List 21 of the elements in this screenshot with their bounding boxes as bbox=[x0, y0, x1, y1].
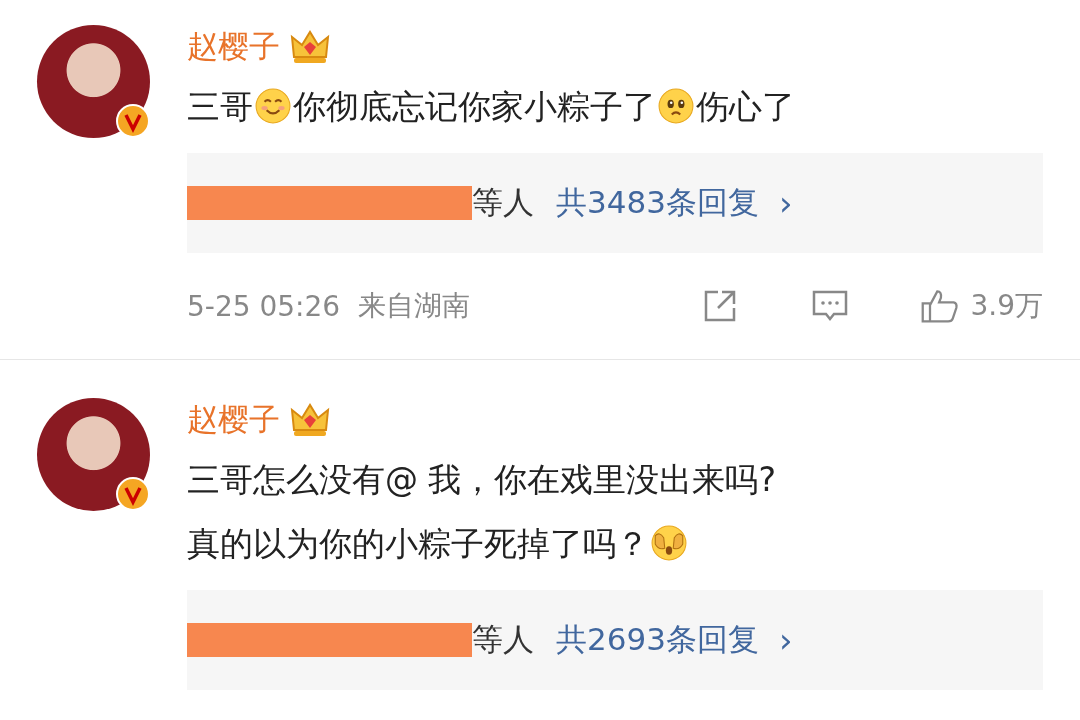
username[interactable]: 赵樱子 bbox=[187, 26, 280, 68]
emoji-icon bbox=[255, 88, 291, 124]
timestamp: 5-25 05:26 bbox=[187, 289, 341, 323]
reply-preview[interactable]: 等人 共2693条回复 › bbox=[187, 590, 1043, 690]
reply-authors: 等人 bbox=[472, 620, 534, 659]
username[interactable]: 赵樱子 bbox=[187, 399, 280, 441]
chevron-icon: › bbox=[778, 620, 793, 660]
like-button[interactable]: 3.9万 bbox=[920, 286, 1043, 326]
location: 来自湖南 bbox=[358, 288, 471, 324]
reply-count-link[interactable]: 共3483条回复 bbox=[556, 182, 759, 224]
chevron-icon: › bbox=[778, 183, 793, 223]
comment-text: 真的以为你的小粽子死掉了吗？ bbox=[187, 524, 649, 563]
emoji-icon bbox=[658, 88, 694, 124]
comment-text: 三哥怎么没有@ 我，你在戏里没出来吗? bbox=[187, 460, 776, 499]
reply-authors: 等人 bbox=[472, 183, 534, 222]
comment-text: 三哥 bbox=[187, 87, 253, 126]
emoji-icon bbox=[651, 525, 687, 561]
comment-text: 伤心了 bbox=[696, 87, 795, 126]
comment-text: 你彻底忘记你家小粽子了 bbox=[293, 87, 656, 126]
reply-count-link[interactable]: 共2693条回复 bbox=[556, 619, 759, 661]
reply-preview[interactable]: 等人 共3483条回复 › bbox=[187, 153, 1043, 253]
